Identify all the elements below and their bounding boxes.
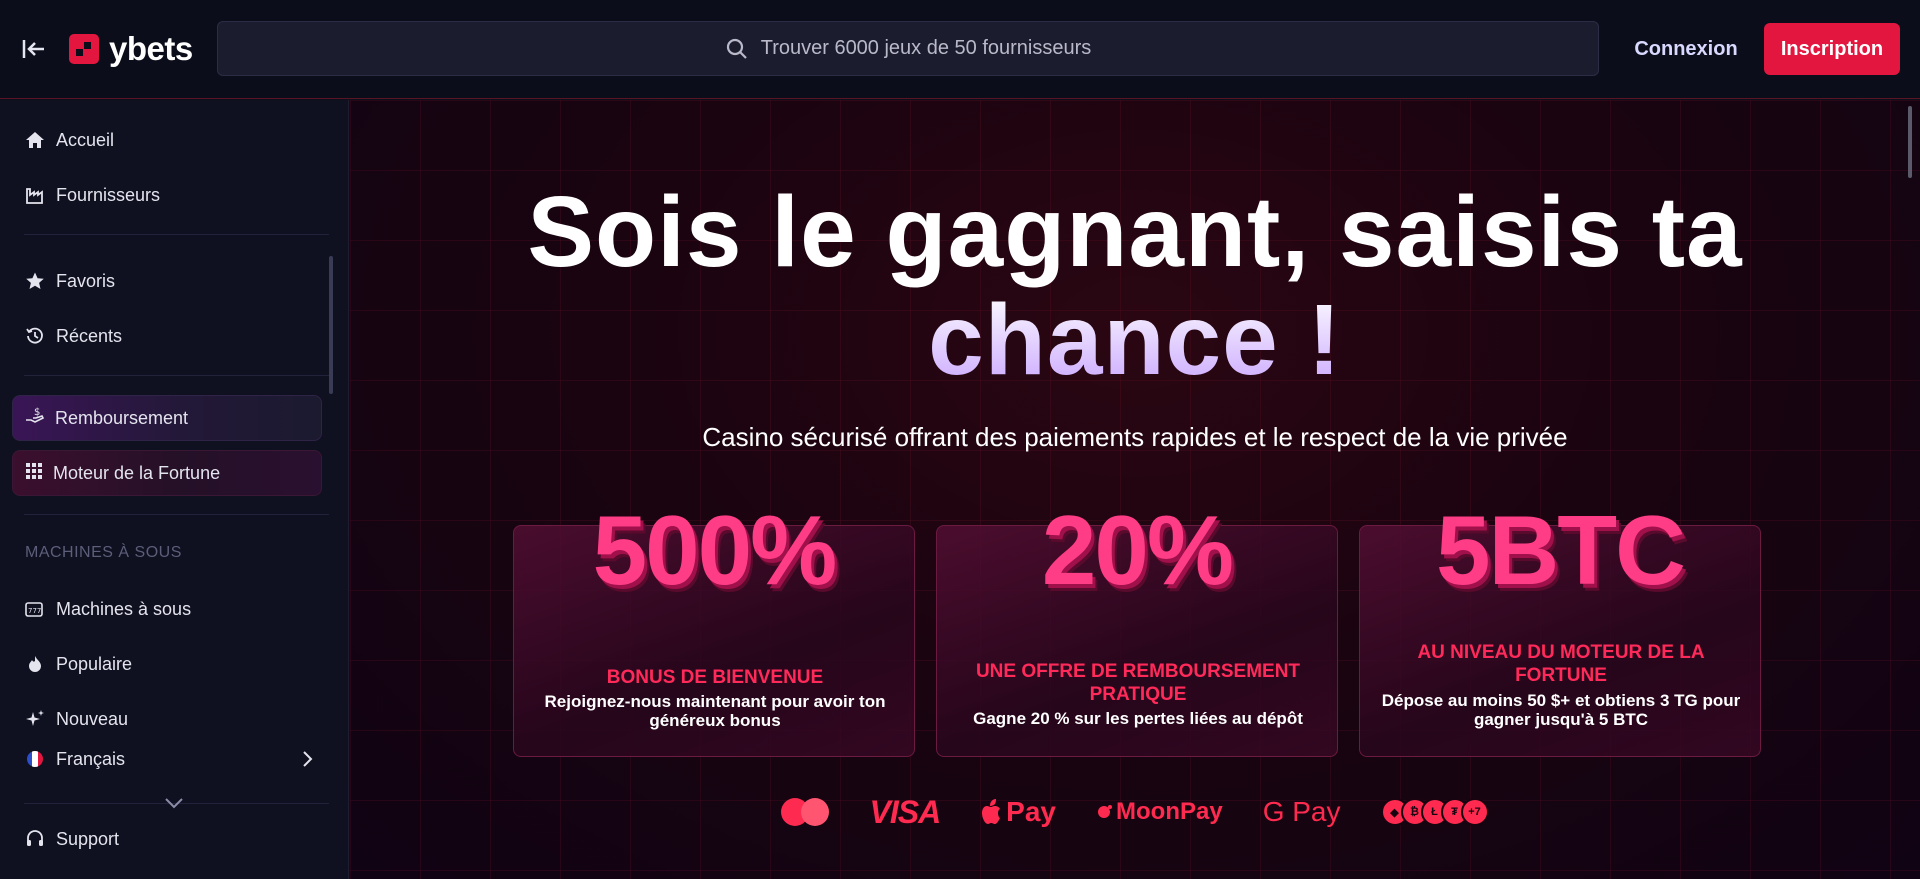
sidebar-item-label: Récents	[56, 325, 123, 346]
sidebar-item-slots[interactable]: 777 Machines à sous	[24, 595, 191, 623]
visa-icon: VISA	[869, 793, 941, 830]
search-icon	[726, 38, 747, 59]
sidebar-item-cashback[interactable]: $ Remboursement	[12, 395, 322, 441]
apple-pay-icon: Pay	[980, 796, 1056, 828]
chevron-down-icon[interactable]	[163, 796, 185, 815]
promo-card-description: Rejoignez-nous maintenant pour avoir ton…	[544, 692, 886, 730]
sidebar-item-new[interactable]: Nouveau	[24, 705, 128, 733]
moonpay-icon: MoonPay	[1096, 798, 1223, 826]
svg-text:777: 777	[28, 607, 41, 615]
promo-card-value: 500%	[592, 495, 838, 605]
google-pay-icon: G Pay	[1262, 796, 1341, 827]
sidebar-item-label: Machines à sous	[56, 598, 192, 619]
sidebar-item-popular[interactable]: Populaire	[24, 650, 132, 678]
sidebar-item-fortune-engine[interactable]: Moteur de la Fortune	[12, 450, 322, 496]
headset-icon	[24, 828, 46, 850]
history-icon	[24, 325, 46, 347]
sidebar-item-favorites[interactable]: Favoris	[24, 267, 115, 295]
search-placeholder: Trouver 6000 jeux de 50 fournisseurs	[760, 37, 1092, 59]
sidebar-item-label: Nouveau	[56, 708, 129, 729]
sidebar-item-providers[interactable]: Fournisseurs	[24, 181, 160, 209]
hero-title-line2: chance !	[350, 286, 1920, 394]
moonpay-label: MoonPay	[1116, 798, 1223, 825]
promo-card-description: Dépose au moins 50 $+ et obtiens 3 TG po…	[1381, 691, 1741, 729]
slot-machine-icon: 777	[24, 598, 46, 620]
mastercard-icon	[781, 798, 830, 826]
chevron-right-icon[interactable]	[300, 748, 316, 775]
main-content: Sois le gagnant, saisis ta chance ! Casi…	[350, 100, 1920, 879]
promo-card-value: 20%	[1041, 495, 1234, 605]
hero-subtitle: Casino sécurisé offrant des paiements ra…	[702, 422, 1568, 452]
main-scrollbar[interactable]	[1908, 106, 1912, 178]
factory-icon	[24, 184, 46, 206]
promo-card-title: BONUS DE BIENVENUE	[606, 667, 824, 688]
apple-pay-label: Pay	[1006, 796, 1056, 827]
star-icon	[24, 270, 46, 292]
divider	[24, 514, 329, 515]
language-label: Français	[56, 748, 126, 769]
sparkle-icon	[24, 708, 46, 730]
payment-methods: VISA Pay MoonPay G Pay ◆ ₿ Ł ₮ +7	[350, 790, 1920, 834]
promo-card-value: 5BTC	[1436, 495, 1686, 605]
promo-card-cashback[interactable]: 20% UNE OFFRE DE REMBOURSEMENT PRATIQUE …	[936, 495, 1338, 757]
crypto-icons: ◆ ₿ Ł ₮ +7	[1380, 798, 1489, 826]
svg-text:$: $	[34, 407, 40, 418]
sidebar-item-label: Accueil	[56, 129, 115, 150]
top-header: ybets Trouver 6000 jeux de 50 fournisseu…	[0, 0, 1920, 99]
sidebar-item-label: Remboursement	[55, 407, 189, 428]
home-icon	[24, 129, 46, 151]
sidebar-item-label: Support	[56, 828, 120, 849]
search-input[interactable]: Trouver 6000 jeux de 50 fournisseurs	[217, 21, 1599, 76]
france-flag-icon	[24, 748, 46, 770]
hero-title-line1: Sois le gagnant, saisis ta	[527, 176, 1743, 288]
sidebar-scrollbar[interactable]	[329, 256, 333, 394]
language-selector[interactable]: Français	[24, 745, 322, 773]
promo-card-fortune-engine[interactable]: 5BTC AU NIVEAU DU MOTEUR DE LA FORTUNE D…	[1359, 495, 1761, 757]
sidebar-item-label: Favoris	[56, 270, 116, 291]
promo-card-welcome-bonus[interactable]: 500% BONUS DE BIENVENUE Rejoignez-nous m…	[513, 495, 915, 757]
more-crypto-badge: +7	[1460, 798, 1489, 826]
sidebar-item-label: Populaire	[56, 653, 133, 674]
divider	[24, 375, 329, 376]
signup-button[interactable]: Inscription	[1764, 23, 1900, 75]
collapse-sidebar-icon[interactable]	[20, 35, 48, 63]
divider	[24, 234, 329, 235]
sidebar-item-home[interactable]: Accueil	[24, 126, 114, 154]
promo-card-title: AU NIVEAU DU MOTEUR DE LA FORTUNE	[1417, 642, 1705, 686]
cashback-icon: $	[25, 406, 45, 431]
hero-title: Sois le gagnant, saisis ta chance !	[350, 178, 1920, 394]
logo-text: ybets	[109, 30, 193, 67]
promo-card-title: UNE OFFRE DE REMBOURSEMENT PRATIQUE	[975, 661, 1301, 705]
sidebar-item-support[interactable]: Support	[24, 825, 119, 853]
promo-card-description: Gagne 20 % sur les pertes liées au dépôt	[973, 709, 1303, 728]
logo-mark-icon	[69, 34, 99, 64]
sidebar-item-label: Moteur de la Fortune	[53, 462, 221, 483]
section-label-slots: MACHINES À SOUS	[25, 544, 182, 561]
sidebar-item-label: Fournisseurs	[56, 184, 161, 205]
sidebar-item-recent[interactable]: Récents	[24, 322, 122, 350]
grid-icon	[25, 462, 43, 485]
flame-icon	[24, 653, 46, 675]
login-button[interactable]: Connexion	[1620, 23, 1752, 75]
logo[interactable]: ybets	[69, 30, 193, 68]
